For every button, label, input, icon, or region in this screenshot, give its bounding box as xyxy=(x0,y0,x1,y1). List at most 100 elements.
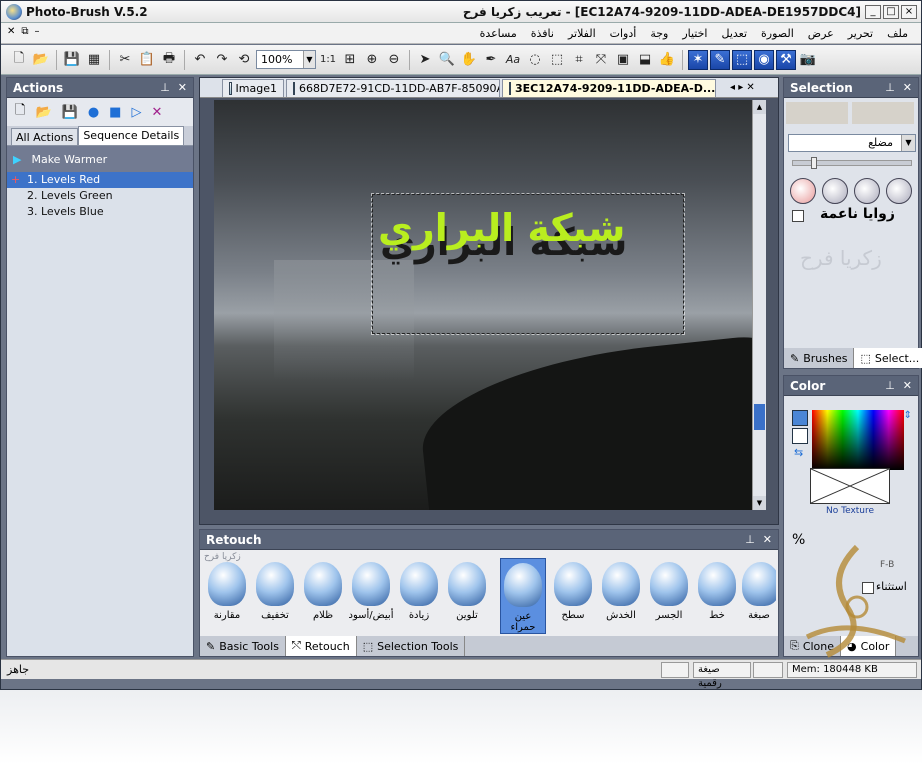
open-action-icon[interactable]: 📂 xyxy=(35,105,51,120)
transform-icon[interactable]: ⤧ xyxy=(591,50,611,70)
brush-bw[interactable]: أبيض/أسود xyxy=(348,558,394,634)
hand-icon[interactable]: ✋ xyxy=(459,50,479,70)
background-color-swatch[interactable] xyxy=(792,428,808,444)
marquee-icon[interactable]: ⬚ xyxy=(547,50,567,70)
chevron-down-icon[interactable]: ▼ xyxy=(303,51,315,68)
save-icon[interactable]: 💾 xyxy=(62,50,82,70)
stamp-icon[interactable]: ⬓ xyxy=(635,50,655,70)
menu-face[interactable]: وجة xyxy=(643,27,675,40)
pin-icon[interactable]: ⊥ xyxy=(885,81,895,94)
brush-line[interactable]: خط xyxy=(694,558,740,634)
maximize-button[interactable]: □ xyxy=(883,5,899,19)
close-icon[interactable]: ✕ xyxy=(903,379,912,392)
tab-document-2[interactable]: 668D7E72-91CD-11DD-AB7F-85090A... xyxy=(286,79,500,97)
stop-icon[interactable]: ■ xyxy=(109,105,121,120)
scroll-down-icon[interactable]: ▼ xyxy=(753,496,766,510)
rotate-icon[interactable]: ⟲ xyxy=(234,50,254,70)
close-icon[interactable]: ✕ xyxy=(763,533,772,546)
menu-file[interactable]: ملف xyxy=(880,27,915,40)
add-selection-icon[interactable] xyxy=(822,178,848,204)
brush-lighten[interactable]: تخفيف xyxy=(252,558,298,634)
redo-icon[interactable]: ↷ xyxy=(212,50,232,70)
image-canvas[interactable]: شبكة البراري ▲ ▼ xyxy=(214,100,766,510)
brush-surface[interactable]: سطح xyxy=(550,558,596,634)
tab-document-3[interactable]: 3EC12A74-9209-11DD-ADEA-D... xyxy=(502,79,716,97)
brush-red-eye[interactable]: عين حمراء xyxy=(500,558,546,634)
print-icon[interactable]: 🖶 xyxy=(159,50,179,70)
eyedropper-icon[interactable]: ✒ xyxy=(481,50,501,70)
text-tool-icon[interactable]: Aa xyxy=(503,50,523,70)
cut-icon[interactable]: ✂ xyxy=(115,50,135,70)
tab-retouch[interactable]: ⤲ Retouch xyxy=(285,636,357,656)
pin-icon[interactable]: ⊥ xyxy=(745,533,755,546)
tab-basic-tools[interactable]: ✎ Basic Tools xyxy=(200,636,286,656)
close-icon[interactable]: ✕ xyxy=(903,81,912,94)
select-rect-icon[interactable]: ⬚ xyxy=(732,49,752,70)
mdi-restore-icon[interactable]: ⧉ xyxy=(21,26,28,37)
new-action-icon[interactable]: 🗋 xyxy=(15,101,25,123)
color-spectrum[interactable] xyxy=(812,410,904,470)
brush-icon[interactable]: ✎ xyxy=(710,49,730,70)
pin-icon[interactable]: ⊥ xyxy=(885,379,895,392)
play-icon[interactable]: ▷ xyxy=(131,105,141,120)
minimize-button[interactable]: _ xyxy=(865,5,881,19)
brush-compare[interactable]: مقارنة xyxy=(204,558,250,634)
brush-bridge[interactable]: الجسر xyxy=(646,558,692,634)
new-file-icon[interactable]: 🗋 xyxy=(9,50,29,70)
tab-all-actions[interactable]: All Actions xyxy=(11,128,79,145)
soft-corners-checkbox[interactable] xyxy=(792,210,804,222)
slider-thumb[interactable] xyxy=(811,157,817,169)
shape-dropdown[interactable]: مضلع ▼ xyxy=(788,134,916,152)
tab-sequence-details[interactable]: Sequence Details xyxy=(78,126,185,145)
menu-window[interactable]: نافذة xyxy=(524,27,561,40)
scroll-thumb[interactable] xyxy=(754,404,765,430)
sequence-header[interactable]: ▶ Make Warmer xyxy=(7,146,193,172)
save-action-icon[interactable]: 💾 xyxy=(62,105,78,120)
zoom-out-icon[interactable]: ⊖ xyxy=(384,50,404,70)
tab-image1[interactable]: Image1 xyxy=(222,79,284,97)
menu-adjust[interactable]: تعديل xyxy=(715,27,755,40)
menu-image[interactable]: الصورة xyxy=(754,27,801,40)
tab-brushes[interactable]: ✎ Brushes xyxy=(784,348,855,368)
brush-scratch[interactable]: الخدش xyxy=(598,558,644,634)
delete-icon[interactable]: ✕ xyxy=(151,105,162,120)
camera-icon[interactable]: 📷 xyxy=(798,50,818,70)
paste-icon[interactable]: 📋 xyxy=(137,50,157,70)
vertical-scrollbar[interactable]: ▲ ▼ xyxy=(752,100,766,510)
menu-select[interactable]: اختيار xyxy=(675,27,714,40)
foreground-color-swatch[interactable] xyxy=(792,410,808,426)
thumbs-up-icon[interactable]: 👍 xyxy=(657,50,677,70)
feather-slider[interactable] xyxy=(792,157,912,169)
undo-icon[interactable]: ↶ xyxy=(190,50,210,70)
intersect-selection-icon[interactable] xyxy=(886,178,912,204)
grid-icon[interactable]: ▦ xyxy=(84,50,104,70)
pointer-icon[interactable]: ➤ xyxy=(415,50,435,70)
swap-colors-icon[interactable]: ⇆ xyxy=(794,446,803,459)
record-icon[interactable]: ● xyxy=(88,105,99,120)
tab-selection-tools[interactable]: ⬚ Selection Tools xyxy=(357,636,466,656)
tools-icon[interactable]: ⚒ xyxy=(776,49,796,70)
frame-icon[interactable]: ▣ xyxy=(613,50,633,70)
brush-dye[interactable]: صبغة xyxy=(742,558,776,634)
brush-darken[interactable]: ظلام xyxy=(300,558,346,634)
menu-help[interactable]: مساعدة xyxy=(473,27,524,40)
close-button[interactable]: × xyxy=(901,5,917,19)
spin-arrows-icon[interactable]: ⇕ xyxy=(904,410,912,421)
list-item[interactable]: +1. Levels Red xyxy=(7,172,193,188)
tab-scroll-icons[interactable]: ◂ ▸ ✕ xyxy=(730,82,755,93)
open-folder-icon[interactable]: 📂 xyxy=(31,50,51,70)
chevron-down-icon[interactable]: ▼ xyxy=(901,135,915,151)
actual-size-button[interactable]: 1:1 xyxy=(318,50,338,70)
crop-icon[interactable]: ⌗ xyxy=(569,50,589,70)
lasso-icon[interactable]: ◌ xyxy=(525,50,545,70)
color-wheel-icon[interactable]: ◉ xyxy=(754,49,774,70)
brush-tint[interactable]: تلوين xyxy=(444,558,490,634)
magic-wand-icon[interactable]: ✶ xyxy=(688,49,708,70)
texture-preview[interactable] xyxy=(810,468,890,504)
mdi-minimize-icon[interactable]: – xyxy=(35,26,40,37)
tab-select[interactable]: ⬚ Select... xyxy=(854,348,922,368)
list-item[interactable]: 3. Levels Blue xyxy=(7,204,193,220)
scroll-up-icon[interactable]: ▲ xyxy=(753,100,766,114)
menu-filters[interactable]: الفلاتر xyxy=(561,27,603,40)
zoom-select[interactable]: 100% ▼ xyxy=(256,50,316,69)
